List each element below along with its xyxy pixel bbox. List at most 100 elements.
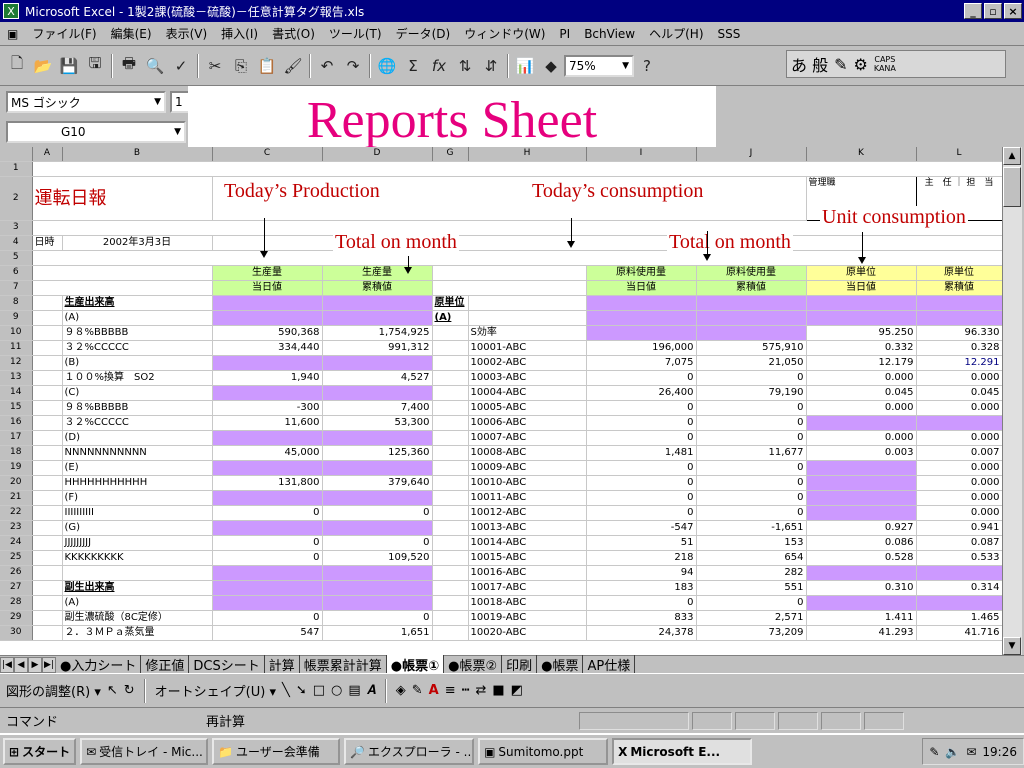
cell-unit-month[interactable] [916,415,1002,431]
header-unit-today-sub[interactable]: 当日値 [806,280,917,296]
3d-icon[interactable]: ◩ [511,683,523,698]
taskbar-item-powerpoint[interactable]: ▣ Sumitomo.ppt [478,738,609,765]
cell-consumption-month[interactable]: 0 [696,400,807,416]
cell-production-today[interactable]: 11,600 [212,415,323,431]
cell-production-today[interactable]: 0 [212,610,323,626]
cell-unit-today[interactable]: 12.179 [806,355,917,371]
tray-mail-icon[interactable]: ✉ [966,745,976,759]
cell-unit-month[interactable]: 0.941 [916,520,1002,536]
cell-production-month[interactable]: 1,651 [322,625,433,641]
cell-unit-today[interactable]: 0.000 [806,400,917,416]
close-button[interactable]: × [1004,3,1022,19]
cell-consumption-today[interactable]: 0 [586,415,697,431]
menu-format[interactable]: 書式(O) [265,25,322,42]
cell-a[interactable] [32,325,63,341]
cell-section-label[interactable] [432,535,469,551]
cell-consumption-today[interactable]: 0 [586,370,697,386]
cell-unit-month[interactable]: 0.000 [916,505,1002,521]
cell-production-month[interactable] [322,580,433,596]
cell-a[interactable] [32,355,63,371]
cell[interactable] [32,265,213,281]
cell-section-label[interactable] [432,460,469,476]
cell-consumption-today[interactable] [586,325,697,341]
menu-view[interactable]: 表示(V) [159,25,215,42]
cell-unit-today[interactable]: 1.411 [806,610,917,626]
open-icon[interactable]: 📂 [30,54,56,78]
row-header[interactable]: 21 [0,490,33,506]
cell-unit-month[interactable]: 0.045 [916,385,1002,401]
paste-icon[interactable]: 📋 [254,54,280,78]
cell-unit-today[interactable]: 0.927 [806,520,917,536]
cell-production-month[interactable] [322,490,433,506]
cell-a[interactable] [32,565,63,581]
cell-consumption-month[interactable]: 0 [696,595,807,611]
cell-material-code[interactable]: 10014-ABC [468,535,587,551]
cell-consumption-month[interactable] [696,295,807,311]
sort-asc-icon[interactable]: ⇅ [452,54,478,78]
row-header[interactable]: 8 [0,295,33,311]
cell-material-code[interactable]: 10013-ABC [468,520,587,536]
row-header[interactable]: 28 [0,595,33,611]
cell-material-code[interactable]: 10007-ABC [468,430,587,446]
cell-a[interactable] [32,550,63,566]
cell-a[interactable] [32,610,63,626]
menu-tools[interactable]: ツール(T) [322,25,389,42]
cell-item-name[interactable]: HHHHHHHHHHH [62,475,213,491]
cell-consumption-today[interactable]: 24,378 [586,625,697,641]
cell-unit-today[interactable] [806,475,917,491]
draw-adjust-menu[interactable]: 図形の調整(R) ▾ [6,681,101,700]
date-value[interactable]: 2002年3月3日 [62,235,213,251]
row-header[interactable]: 25 [0,550,33,566]
column-header[interactable]: I [586,147,697,162]
cell-unit-today[interactable]: 0.310 [806,580,917,596]
cell[interactable] [432,265,587,281]
cell[interactable] [32,280,213,296]
cell-item-name[interactable]: (E) [62,460,213,476]
cell-production-month[interactable]: 4,527 [322,370,433,386]
arrow-style-icon[interactable]: ⇄ [475,683,486,698]
cell-a[interactable] [32,475,63,491]
menu-insert[interactable]: 挿入(I) [214,25,265,42]
cell-production-today[interactable] [212,430,323,446]
cell-material-code[interactable]: S効率 [468,325,587,341]
row-header[interactable]: 29 [0,610,33,626]
minimize-button[interactable]: _ [964,3,982,19]
cell-production-month[interactable] [322,310,433,326]
ime-mode[interactable]: あ 般 [791,52,828,76]
cut-icon[interactable]: ✂ [202,54,228,78]
row-header[interactable]: 19 [0,460,33,476]
cell-a[interactable] [32,460,63,476]
select-pointer-icon[interactable]: ↖ [107,683,118,698]
cell-consumption-today[interactable] [586,310,697,326]
tray-pen-icon[interactable]: ✎ [929,745,939,759]
function-icon[interactable]: fx [426,54,452,78]
cell-unit-today[interactable]: 0.045 [806,385,917,401]
cell-item-name[interactable] [62,565,213,581]
header-production-month-sub[interactable]: 累積値 [322,280,433,296]
cell-production-today[interactable]: 0 [212,550,323,566]
cell-production-today[interactable] [212,295,323,311]
row-header[interactable]: 17 [0,430,33,446]
cell-consumption-today[interactable]: 26,400 [586,385,697,401]
cell-material-code[interactable]: 10006-ABC [468,415,587,431]
taskbar-item-explorer[interactable]: 🔎 エクスプローラ - ... [344,738,475,765]
autosum-icon[interactable]: Σ [400,54,426,78]
cell-section-label[interactable] [432,625,469,641]
menu-sss[interactable]: SSS [711,27,748,41]
cell-material-code[interactable]: 10012-ABC [468,505,587,521]
row-header[interactable]: 4 [0,235,33,251]
cell-a[interactable] [32,385,63,401]
cell-unit-month[interactable]: 0.087 [916,535,1002,551]
cell-item-name[interactable]: (B) [62,355,213,371]
header-production-month[interactable]: 生産量 [322,265,433,281]
row-header[interactable]: 20 [0,475,33,491]
cell-production-today[interactable] [212,310,323,326]
cell-section-label[interactable] [432,490,469,506]
cell-consumption-today[interactable]: 0 [586,475,697,491]
row-header[interactable]: 12 [0,355,33,371]
cell-item-name[interactable]: KKKKKKKKK [62,550,213,566]
sheet-tab[interactable]: 計算 [265,655,300,674]
row-header[interactable]: 5 [0,250,33,266]
vertical-scrollbar[interactable]: ▲ ▼ [1002,147,1022,655]
wordart-icon[interactable]: 𝑨 [367,683,376,698]
